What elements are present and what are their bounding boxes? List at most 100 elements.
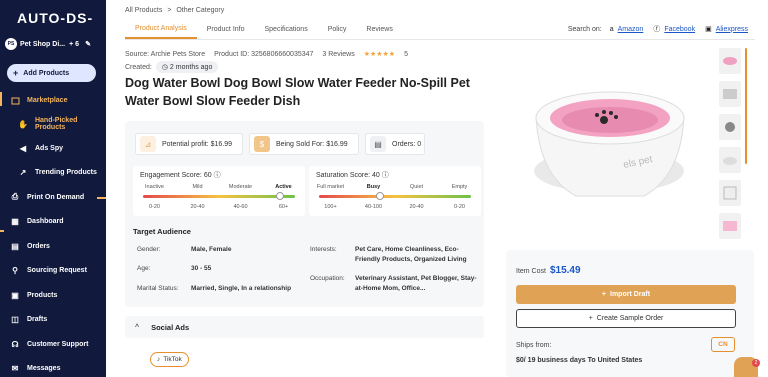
thumbnail-scrollbar[interactable]	[745, 48, 747, 164]
tab-bar: Product Analysis Product Info Specificat…	[125, 19, 403, 39]
dashboard-icon: ▦	[11, 216, 19, 226]
tiktok-chip[interactable]: ♪ TikTok	[150, 352, 189, 367]
engagement-range: 0-20	[148, 204, 160, 210]
product-image[interactable]: els pet	[504, 46, 714, 246]
breadcrumb-root[interactable]: All Products	[125, 7, 162, 14]
saturation-bar	[319, 195, 471, 198]
saturation-categories: Full market Busy Quiet Empty	[309, 184, 481, 190]
tiktok-icon: ♪	[157, 356, 161, 363]
product-title: Dog Water Bowl Dog Bowl Slow Water Feede…	[125, 76, 470, 108]
breadcrumb-current: Other Category	[176, 7, 225, 14]
kpi-potential-profit: ⊿ Potential profit: $16.99	[135, 133, 243, 155]
megaphone-icon: ◀	[19, 143, 27, 153]
product-source: Source: Archie Pets Store	[125, 50, 206, 58]
tab-specifications[interactable]: Specifications	[255, 19, 318, 39]
store-count: + 6	[69, 40, 80, 48]
sidebar-item-messages[interactable]: ✉ Messages	[0, 359, 106, 377]
sidebar-item-hand-picked[interactable]: ✋ Hand-Picked Products	[0, 115, 106, 133]
facebook-icon: ⓕ	[653, 26, 661, 33]
aliexpress-icon: ▣	[705, 26, 712, 33]
app-logo[interactable]: AUTO-DS-	[17, 10, 93, 26]
gender-label: Gender:	[137, 246, 161, 253]
store-avatar: PS	[5, 38, 17, 50]
shipping-destination: To United States	[587, 357, 643, 364]
store-selector[interactable]: PS Pet Shop Di... + 6 ✎	[5, 36, 105, 52]
interests-value: Pet Care, Home Cleanliness, Eco-Friendly…	[355, 246, 467, 263]
search-on-label: Search on:	[567, 25, 602, 33]
thumbnail[interactable]	[719, 180, 741, 206]
engagement-cat: Mild	[192, 184, 203, 190]
sidebar-item-print-on-demand[interactable]: ⎙ Print On Demand	[0, 188, 106, 206]
target-audience-heading: Target Audience	[133, 227, 191, 236]
clock-icon: ◷	[161, 64, 168, 71]
engagement-categories: Inactive Mild Moderate Active	[133, 184, 305, 190]
sidebar-item-ads-spy[interactable]: ◀ Ads Spy	[0, 139, 106, 157]
sidebar-item-sourcing-request[interactable]: ⚲ Sourcing Request	[0, 261, 106, 279]
clipboard-icon: ▤	[370, 136, 386, 152]
sidebar-item-products[interactable]: ▣ Products	[0, 286, 106, 304]
tiktok-label: TikTok	[163, 356, 182, 363]
product-id: Product ID: 3256806660035347	[214, 50, 314, 58]
store-name: Pet Shop Di...	[20, 40, 66, 48]
social-ads-section[interactable]: ^ Social Ads	[125, 316, 484, 338]
saturation-cat: Empty	[451, 184, 468, 190]
saturation-cat: Full market	[316, 184, 345, 190]
marital-label: Marital Status:	[137, 285, 179, 292]
orders-icon: ▤	[11, 241, 19, 251]
saturation-range: 0-20	[453, 204, 465, 210]
sidebar-item-customer-support[interactable]: ☊ Customer Support	[0, 335, 106, 353]
engagement-cat: Active	[275, 184, 292, 190]
chat-badge: 2	[752, 359, 760, 367]
engagement-score: Engagement Score: 60 ⓘ Inactive Mild Mod…	[133, 166, 305, 216]
sourcing-icon: ⚲	[12, 265, 18, 275]
sidebar-item-drafts[interactable]: ◫ Drafts	[0, 310, 106, 328]
amazon-link[interactable]: Amazon	[618, 26, 644, 33]
trend-icon: ↗	[19, 167, 27, 177]
kpi-orders-text: Orders: 0	[392, 140, 422, 148]
created-value: 2 months ago	[169, 64, 213, 71]
tab-product-analysis[interactable]: Product Analysis	[125, 19, 197, 39]
info-icon[interactable]: ⓘ	[382, 172, 389, 179]
country-select[interactable]: CN	[711, 337, 735, 352]
box-icon: ▣	[11, 290, 19, 300]
support-icon: ☊	[11, 339, 19, 349]
info-icon[interactable]: ⓘ	[214, 172, 221, 179]
sidebar-item-dashboard[interactable]: ▦ Dashboard	[0, 212, 106, 230]
saturation-cat: Quiet	[409, 184, 424, 190]
interests-label: Interests:	[310, 246, 337, 253]
saturation-knob	[375, 192, 384, 200]
create-sample-order-button[interactable]: + Create Sample Order	[516, 309, 736, 328]
social-ads-label: Social Ads	[151, 322, 190, 332]
review-count[interactable]: 3 Reviews	[322, 51, 354, 58]
facebook-link[interactable]: Facebook	[664, 26, 695, 33]
store-icon	[10, 95, 20, 105]
sidebar-item-trending[interactable]: ↗ Trending Products	[0, 163, 106, 181]
thumbnail[interactable]	[719, 81, 741, 107]
thumbnail-strip	[719, 48, 747, 246]
saturation-range: 100+	[324, 204, 337, 210]
plus-icon: +	[588, 315, 593, 322]
thumbnail[interactable]	[719, 213, 741, 239]
tab-reviews[interactable]: Reviews	[356, 19, 402, 39]
kpi-orders: ▤ Orders: 0	[365, 133, 425, 155]
product-meta: Source: Archie Pets Store Product ID: 32…	[125, 50, 408, 59]
thumbnail[interactable]	[719, 48, 741, 74]
sidebar-item-marketplace[interactable]: Marketplace	[0, 91, 106, 109]
kpi-being-sold-for: $ Being Sold For: $16.99	[249, 133, 359, 155]
import-draft-button[interactable]: + Import Draft	[516, 285, 736, 304]
tab-divider	[125, 39, 755, 40]
created-row: Created: ◷ 2 months ago	[125, 61, 219, 73]
tab-product-info[interactable]: Product Info	[197, 19, 255, 39]
hand-icon: ✋	[18, 119, 28, 129]
kpi-profit-text: Potential profit: $16.99	[162, 140, 233, 148]
rating-stars: ★★★★★	[363, 51, 396, 58]
add-products-button[interactable]: + Add Products	[7, 64, 96, 82]
saturation-score: Saturation Score: 40 ⓘ Full market Busy …	[309, 166, 481, 216]
thumbnail[interactable]	[719, 114, 741, 140]
sidebar-item-orders[interactable]: ▤ Orders	[0, 237, 106, 255]
aliexpress-link[interactable]: Aliexpress	[716, 26, 748, 33]
thumbnail[interactable]	[719, 147, 741, 173]
pencil-icon[interactable]: ✎	[85, 40, 91, 48]
tab-policy[interactable]: Policy	[318, 19, 357, 39]
engagement-bar	[143, 195, 295, 198]
